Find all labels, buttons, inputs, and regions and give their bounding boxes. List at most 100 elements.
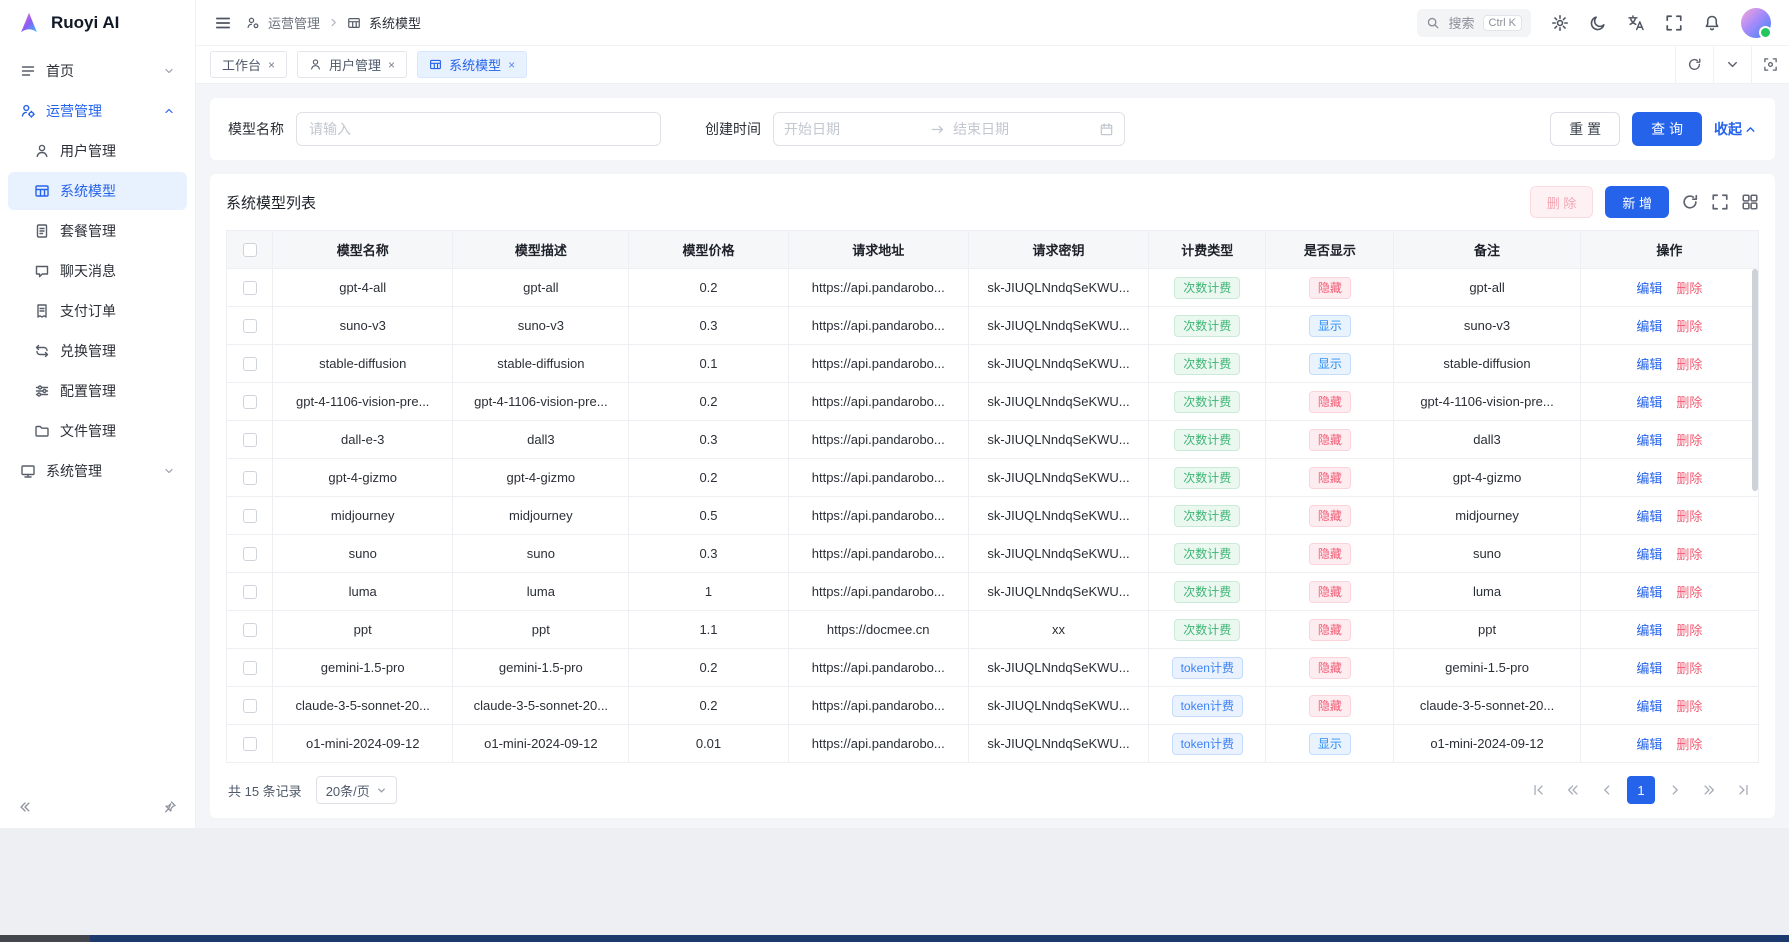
avatar[interactable] [1741, 8, 1771, 38]
row-checkbox[interactable] [243, 699, 257, 713]
delete-link[interactable]: 删除 [1676, 319, 1702, 334]
hamburger-menu-icon[interactable] [214, 14, 232, 32]
sidebar-item-home[interactable]: 首页 [8, 52, 187, 90]
row-checkbox[interactable] [243, 585, 257, 599]
tab-user-mgmt[interactable]: 用户管理 × [297, 51, 407, 78]
row-checkbox[interactable] [243, 737, 257, 751]
refresh-tab-icon[interactable] [1675, 46, 1713, 83]
close-icon[interactable]: × [508, 58, 515, 72]
page-size-select[interactable]: 20条/页 [316, 776, 397, 804]
model-name-input[interactable] [296, 112, 661, 146]
scrollbar-thumb[interactable] [1752, 269, 1758, 491]
delete-link[interactable]: 删除 [1676, 357, 1702, 372]
edit-link[interactable]: 编辑 [1636, 281, 1662, 296]
sidebar-item-payment-orders[interactable]: 支付订单 [8, 292, 187, 330]
edit-link[interactable]: 编辑 [1636, 319, 1662, 334]
translate-icon[interactable] [1627, 14, 1645, 32]
delete-link[interactable]: 删除 [1676, 547, 1702, 562]
sidebar-item-chat-messages[interactable]: 聊天消息 [8, 252, 187, 290]
sidebar-item-config-mgmt[interactable]: 配置管理 [8, 372, 187, 410]
row-checkbox[interactable] [243, 623, 257, 637]
collapse-sidebar-icon[interactable] [14, 796, 36, 818]
table-row: o1-mini-2024-09-12 o1-mini-2024-09-12 0.… [227, 725, 1759, 763]
row-checkbox[interactable] [243, 395, 257, 409]
first-page-icon[interactable] [1525, 776, 1553, 804]
next-5-pages-icon[interactable] [1695, 776, 1723, 804]
fullscreen-icon[interactable] [1665, 14, 1683, 32]
delete-link[interactable]: 删除 [1676, 281, 1702, 296]
sidebar-item-system-models[interactable]: 系统模型 [8, 172, 187, 210]
cell-remark: dall3 [1394, 421, 1581, 459]
edit-link[interactable]: 编辑 [1636, 547, 1662, 562]
sidebar-item-file-mgmt[interactable]: 文件管理 [8, 412, 187, 450]
tab-workbench[interactable]: 工作台 × [210, 51, 287, 78]
next-page-icon[interactable] [1661, 776, 1689, 804]
delete-link[interactable]: 删除 [1676, 737, 1702, 752]
reset-button[interactable]: 重 置 [1550, 112, 1620, 146]
sidebar-item-package-mgmt[interactable]: 套餐管理 [8, 212, 187, 250]
breadcrumb-parent[interactable]: 运营管理 [268, 13, 320, 32]
date-range-picker[interactable] [773, 112, 1125, 146]
sidebar-item-user-mgmt[interactable]: 用户管理 [8, 132, 187, 170]
page-number-1[interactable]: 1 [1627, 776, 1655, 804]
delete-link[interactable]: 删除 [1676, 395, 1702, 410]
header-actions: 搜索 Ctrl K [1417, 8, 1771, 38]
visibility-badge: 隐藏 [1309, 277, 1351, 299]
delete-link[interactable]: 删除 [1676, 585, 1702, 600]
delete-link[interactable]: 删除 [1676, 509, 1702, 524]
gear-icon[interactable] [1551, 14, 1569, 32]
close-icon[interactable]: × [388, 58, 395, 72]
col-header: 操作 [1580, 231, 1758, 269]
start-date-input[interactable] [784, 121, 922, 137]
edit-link[interactable]: 编辑 [1636, 433, 1662, 448]
delete-link[interactable]: 删除 [1676, 471, 1702, 486]
add-button[interactable]: 新 增 [1605, 186, 1669, 218]
delete-button[interactable]: 删 除 [1530, 186, 1594, 218]
query-button[interactable]: 查 询 [1632, 112, 1702, 146]
billing-type-badge: 次数计费 [1174, 543, 1240, 565]
column-settings-icon[interactable] [1741, 193, 1759, 211]
tab-system-models[interactable]: 系统模型 × [417, 51, 527, 78]
pin-icon[interactable] [159, 796, 181, 818]
row-checkbox[interactable] [243, 433, 257, 447]
sidebar-item-operations[interactable]: 运营管理 [8, 92, 187, 130]
delete-link[interactable]: 删除 [1676, 623, 1702, 638]
row-checkbox[interactable] [243, 471, 257, 485]
moon-icon[interactable] [1589, 14, 1607, 32]
edit-link[interactable]: 编辑 [1636, 661, 1662, 676]
sidebar-item-exchange-mgmt[interactable]: 兑换管理 [8, 332, 187, 370]
edit-link[interactable]: 编辑 [1636, 585, 1662, 600]
sidebar-item-system-mgmt[interactable]: 系统管理 [8, 452, 187, 490]
edit-link[interactable]: 编辑 [1636, 471, 1662, 486]
edit-link[interactable]: 编辑 [1636, 623, 1662, 638]
focus-mode-icon[interactable] [1751, 46, 1789, 83]
end-date-input[interactable] [953, 121, 1091, 137]
edit-link[interactable]: 编辑 [1636, 737, 1662, 752]
last-page-icon[interactable] [1729, 776, 1757, 804]
refresh-icon[interactable] [1681, 193, 1699, 211]
fullscreen-table-icon[interactable] [1711, 193, 1729, 211]
row-checkbox[interactable] [243, 319, 257, 333]
search-input[interactable]: 搜索 Ctrl K [1417, 9, 1531, 37]
row-checkbox[interactable] [243, 661, 257, 675]
prev-5-pages-icon[interactable] [1559, 776, 1587, 804]
logo[interactable]: Ruoyi AI [0, 0, 195, 46]
chevron-down-icon[interactable] [1713, 46, 1751, 83]
edit-link[interactable]: 编辑 [1636, 395, 1662, 410]
delete-link[interactable]: 删除 [1676, 433, 1702, 448]
select-all-checkbox[interactable] [243, 243, 257, 257]
close-icon[interactable]: × [268, 58, 275, 72]
edit-link[interactable]: 编辑 [1636, 357, 1662, 372]
collapse-filter-link[interactable]: 收起 [1714, 119, 1757, 139]
row-checkbox[interactable] [243, 281, 257, 295]
edit-link[interactable]: 编辑 [1636, 699, 1662, 714]
prev-page-icon[interactable] [1593, 776, 1621, 804]
delete-link[interactable]: 删除 [1676, 699, 1702, 714]
row-checkbox[interactable] [243, 357, 257, 371]
row-checkbox[interactable] [243, 547, 257, 561]
bell-icon[interactable] [1703, 14, 1721, 32]
row-checkbox[interactable] [243, 509, 257, 523]
cell-model-price: 0.2 [629, 649, 788, 687]
delete-link[interactable]: 删除 [1676, 661, 1702, 676]
edit-link[interactable]: 编辑 [1636, 509, 1662, 524]
